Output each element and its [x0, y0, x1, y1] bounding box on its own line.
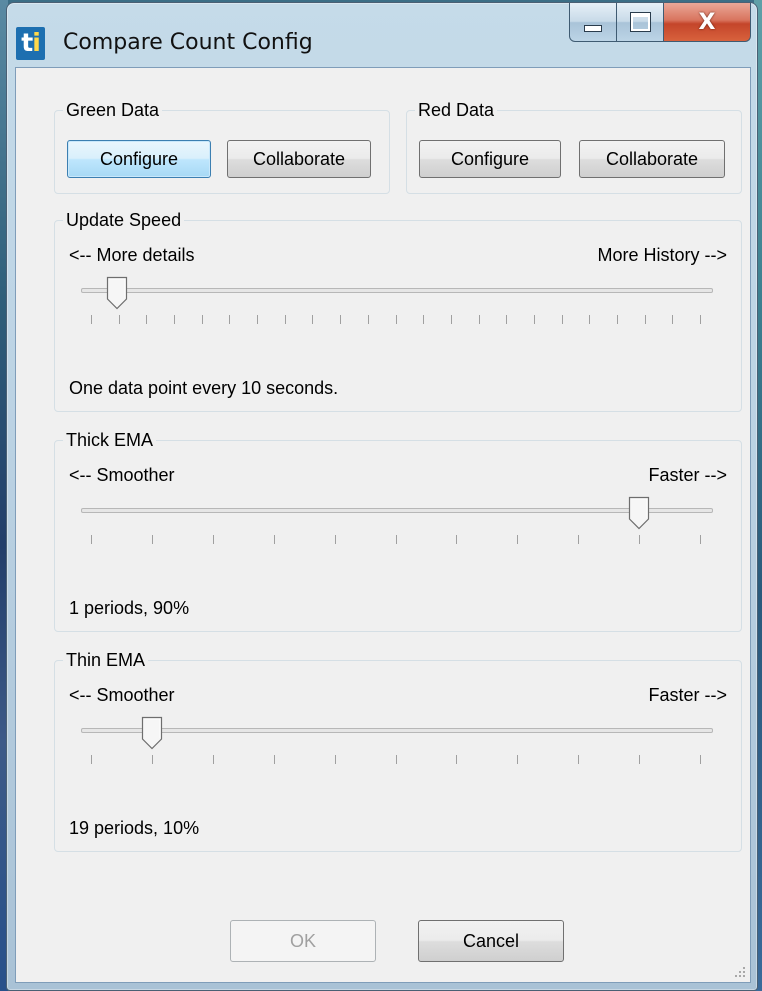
slider-tick [423, 315, 424, 324]
update-speed-ticks [91, 315, 701, 325]
thick-ema-status: 1 periods, 90% [69, 598, 190, 618]
thin-ema-slider-thumb[interactable] [141, 716, 163, 750]
slider-tick [213, 535, 214, 544]
slider-tick [119, 315, 120, 324]
thick-faster-label: Faster --> [648, 465, 727, 485]
dialog-window: ti Compare Count Config X Green Data Con… [6, 2, 758, 991]
resize-grip-icon[interactable] [732, 964, 746, 978]
slider-tick [91, 315, 92, 324]
green-data-group: Green Data Configure Collaborate [54, 100, 390, 194]
slider-tick [700, 535, 701, 544]
thick-ema-title: Thick EMA [63, 430, 157, 450]
thin-ema-track[interactable] [81, 728, 713, 733]
slider-tick [146, 315, 147, 324]
slider-tick [229, 315, 230, 324]
update-speed-slider-thumb[interactable] [106, 276, 128, 310]
green-collaborate-button[interactable]: Collaborate [227, 140, 371, 178]
slider-tick [396, 535, 397, 544]
close-icon: X [698, 9, 716, 35]
thin-ema-title: Thin EMA [63, 650, 149, 670]
thin-smoother-label: <-- Smoother [69, 685, 175, 705]
slider-tick [257, 315, 258, 324]
maximize-icon [629, 12, 651, 32]
slider-tick [456, 535, 457, 544]
slider-tick [335, 535, 336, 544]
slider-tick [274, 535, 275, 544]
thin-ema-group: Thin EMA <-- Smoother Faster --> 19 peri… [54, 650, 742, 852]
title-bar[interactable]: ti Compare Count Config X [7, 3, 757, 67]
slider-tick [578, 755, 579, 764]
minimize-icon [584, 24, 602, 32]
slider-tick [91, 755, 92, 764]
slider-tick [174, 315, 175, 324]
app-icon: ti [16, 27, 45, 60]
slider-tick [274, 755, 275, 764]
slider-tick [672, 315, 673, 324]
slider-tick [335, 755, 336, 764]
slider-tick [202, 315, 203, 324]
red-configure-button[interactable]: Configure [419, 140, 561, 178]
cancel-button[interactable]: Cancel [418, 920, 564, 962]
slider-tick [368, 315, 369, 324]
thick-ema-slider-thumb[interactable] [628, 496, 650, 530]
slider-tick [639, 755, 640, 764]
close-button[interactable]: X [664, 3, 751, 42]
update-speed-status: One data point every 10 seconds. [69, 378, 339, 398]
maximize-button[interactable] [617, 3, 664, 42]
slider-tick [534, 315, 535, 324]
more-history-label: More History --> [597, 245, 727, 265]
thin-faster-label: Faster --> [648, 685, 727, 705]
slider-tick [285, 315, 286, 324]
caption-buttons: X [569, 3, 751, 45]
red-data-group: Red Data Configure Collaborate [406, 100, 742, 194]
slider-tick [396, 315, 397, 324]
minimize-button[interactable] [569, 3, 617, 42]
slider-tick [479, 315, 480, 324]
slider-tick [312, 315, 313, 324]
update-speed-group: Update Speed <-- More details More Histo… [54, 210, 742, 412]
update-speed-title: Update Speed [63, 210, 185, 230]
slider-tick [517, 755, 518, 764]
thick-smoother-label: <-- Smoother [69, 465, 175, 485]
slider-tick [562, 315, 563, 324]
window-title: Compare Count Config [63, 30, 313, 55]
update-speed-track[interactable] [81, 288, 713, 293]
slider-tick [91, 535, 92, 544]
green-data-title: Green Data [63, 100, 163, 120]
ok-button[interactable]: OK [230, 920, 376, 962]
red-collaborate-button[interactable]: Collaborate [579, 140, 725, 178]
slider-tick [578, 535, 579, 544]
slider-tick [617, 315, 618, 324]
slider-tick [451, 315, 452, 324]
slider-tick [213, 755, 214, 764]
dialog-client-area: Green Data Configure Collaborate Red Dat… [15, 67, 751, 983]
red-data-title: Red Data [415, 100, 498, 120]
thin-ema-ticks [91, 755, 701, 765]
thick-ema-group: Thick EMA <-- Smoother Faster --> 1 peri… [54, 430, 742, 632]
slider-tick [589, 315, 590, 324]
thick-ema-ticks [91, 535, 701, 545]
slider-tick [340, 315, 341, 324]
slider-tick [700, 315, 701, 324]
slider-tick [645, 315, 646, 324]
slider-tick [700, 755, 701, 764]
slider-tick [517, 535, 518, 544]
green-configure-button[interactable]: Configure [67, 140, 211, 178]
slider-tick [152, 755, 153, 764]
slider-tick [639, 535, 640, 544]
more-details-label: <-- More details [69, 245, 195, 265]
thin-ema-status: 19 periods, 10% [69, 818, 200, 838]
slider-tick [456, 755, 457, 764]
slider-tick [152, 535, 153, 544]
slider-tick [396, 755, 397, 764]
thick-ema-track[interactable] [81, 508, 713, 513]
slider-tick [506, 315, 507, 324]
